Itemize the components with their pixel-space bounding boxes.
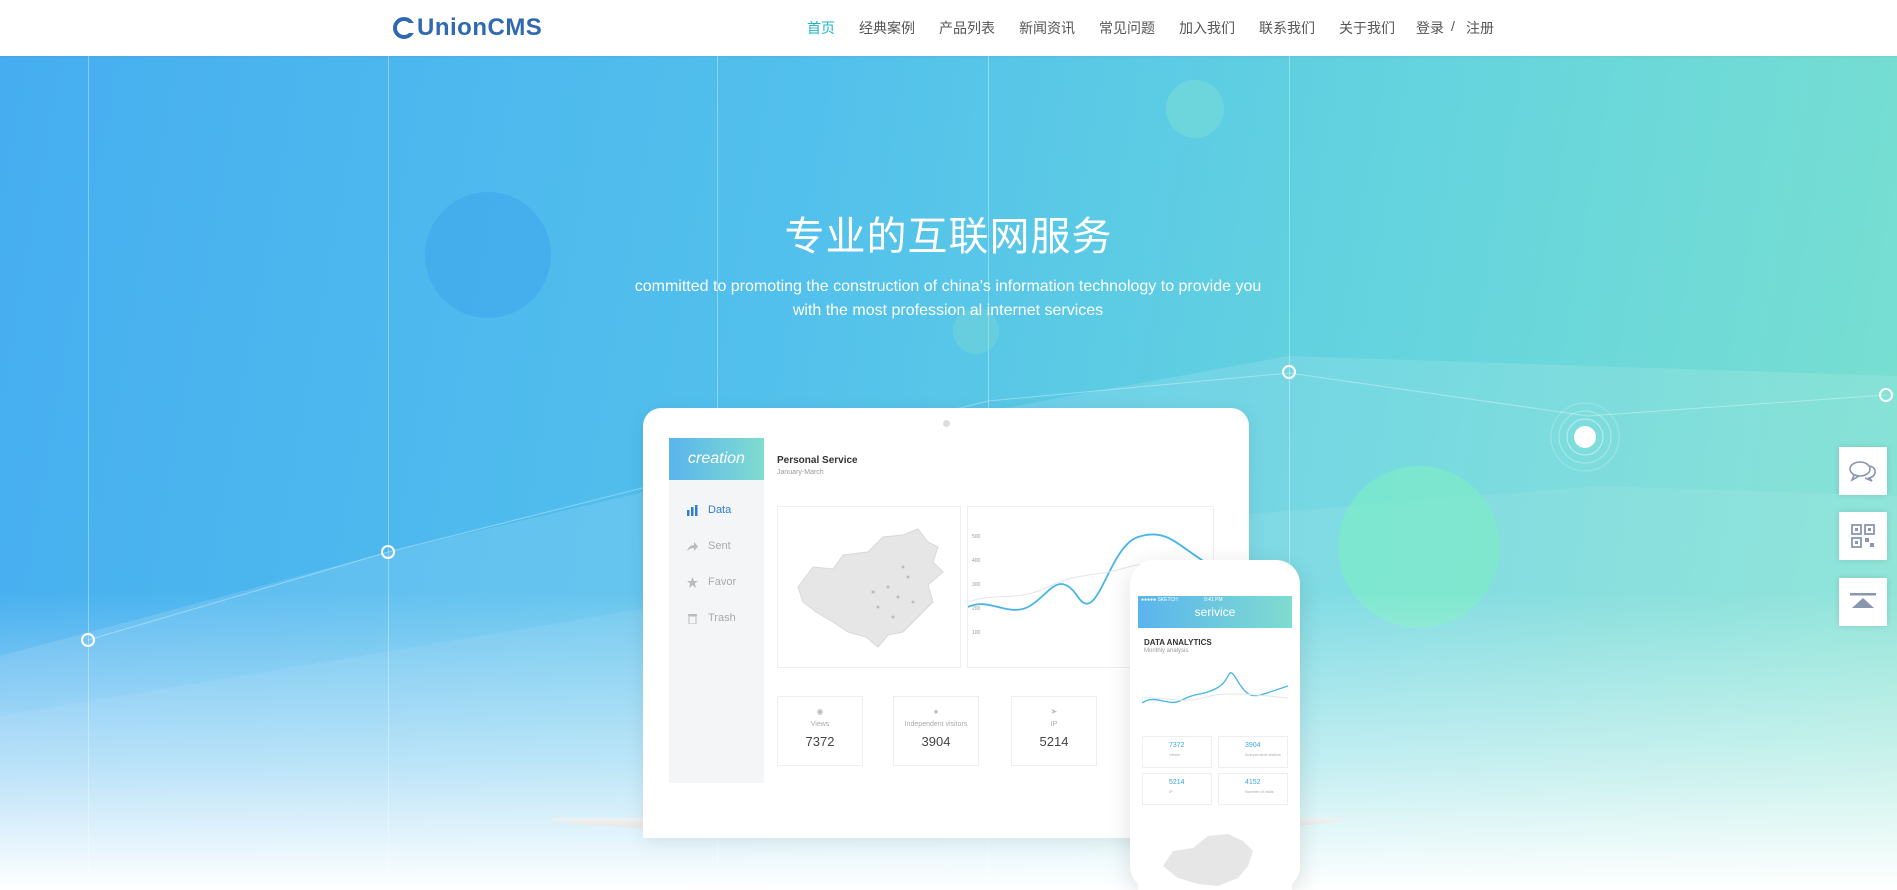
phone-section-title: DATA ANALYTICS — [1144, 638, 1212, 647]
stat-ip: ➤ IP 5214 — [1011, 696, 1097, 766]
stat-visitors: ● Independent visitors 3904 — [893, 696, 979, 766]
back-to-top-button[interactable] — [1839, 578, 1887, 626]
phone-title: serivice — [1194, 605, 1236, 619]
sidebar-item-trash: Trash — [669, 600, 764, 636]
login-register-separator: / — [1451, 18, 1455, 34]
hero-title: 专业的互联网服务 — [784, 215, 1113, 259]
hero-subtitle: committed to promoting the construction … — [598, 275, 1298, 323]
decor-node — [1879, 388, 1893, 402]
dashboard-brand: creation — [669, 438, 764, 480]
site-header: UnionCMS 首页 经典案例 产品列表 新闻资讯 常见问题 加入我们 联系我… — [0, 0, 1897, 56]
nav-item-home[interactable]: 首页 — [807, 18, 835, 38]
sidebar-item-data: Data — [669, 492, 764, 528]
nav-item-news[interactable]: 新闻资讯 — [1019, 18, 1075, 38]
nav-item-faq[interactable]: 常见问题 — [1099, 18, 1155, 38]
decor-node — [381, 545, 395, 559]
sidebar-item-label: Favor — [708, 576, 737, 588]
hero-subtitle-line-1: committed to promoting the construction … — [634, 278, 1262, 295]
sidebar-item-sent: Sent — [669, 528, 764, 564]
panel-subtitle: January-March — [777, 469, 824, 476]
chat-button[interactable] — [1839, 447, 1887, 495]
eye-icon: ◉ — [816, 707, 824, 716]
nav-item-products[interactable]: 产品列表 — [939, 18, 995, 38]
china-map-shape — [797, 528, 944, 648]
sidebar-item-favor: Favor — [669, 564, 764, 600]
phone-mockup: ●●●●● SKETCH 9:41 PM serivice DATA ANALY… — [1130, 560, 1300, 890]
nav-item-cases[interactable]: 经典案例 — [859, 18, 915, 38]
pulse-node-icon — [1550, 402, 1620, 472]
qrcode-button[interactable] — [1839, 512, 1887, 560]
sidebar-item-label: Data — [708, 504, 732, 516]
phone-stat-visitors: 3904 Independent visitors — [1218, 736, 1288, 768]
user-icon: ● — [933, 707, 939, 716]
main-nav: 首页 经典案例 产品列表 新闻资讯 常见问题 加入我们 联系我们 关于我们 登录… — [0, 0, 1897, 56]
sidebar-item-label: Trash — [708, 612, 736, 624]
phone-section-subtitle: Monthly analysis — [1144, 648, 1189, 654]
bar-chart-icon — [687, 504, 698, 516]
register-link[interactable]: 注册 — [1466, 18, 1494, 38]
trash-icon — [688, 613, 697, 624]
laptop-camera — [943, 420, 950, 427]
send-icon: ➤ — [1050, 707, 1058, 716]
phone-stat-ip: 5214 IP — [1142, 773, 1212, 805]
nav-item-join[interactable]: 加入我们 — [1179, 18, 1235, 38]
panel-title: Personal Service — [777, 455, 858, 466]
phone-trend-line — [1142, 672, 1288, 704]
star-icon — [687, 576, 698, 588]
phone-status-bar: ●●●●● SKETCH 9:41 PM — [1141, 597, 1223, 603]
sidebar-item-label: Sent — [708, 540, 731, 552]
nav-item-about[interactable]: 关于我们 — [1339, 18, 1395, 38]
nav-item-contact[interactable]: 联系我们 — [1259, 18, 1315, 38]
decor-bubble — [1166, 80, 1224, 138]
stat-views: ◉ Views 7372 — [777, 696, 863, 766]
share-arrow-icon — [687, 541, 698, 551]
phone-map-shape — [1163, 834, 1253, 886]
phone-header: ●●●●● SKETCH 9:41 PM serivice — [1138, 596, 1292, 628]
dashboard-sidebar: creation Data Sent Favor Trash — [669, 438, 764, 783]
chat-icon — [1849, 461, 1876, 482]
decor-node — [1282, 365, 1296, 379]
phone-screen: ●●●●● SKETCH 9:41 PM serivice DATA ANALY… — [1138, 596, 1292, 890]
phone-stat-views: 7372 Views — [1142, 736, 1212, 768]
back-to-top-icon — [1850, 593, 1876, 608]
phone-stat-visits: 4152 Number of visits — [1218, 773, 1288, 805]
china-map — [777, 506, 961, 668]
login-link[interactable]: 登录 — [1416, 18, 1444, 38]
qrcode-icon — [1851, 524, 1875, 548]
hero-subtitle-line-2: with the most profession al internet ser… — [792, 302, 1104, 319]
